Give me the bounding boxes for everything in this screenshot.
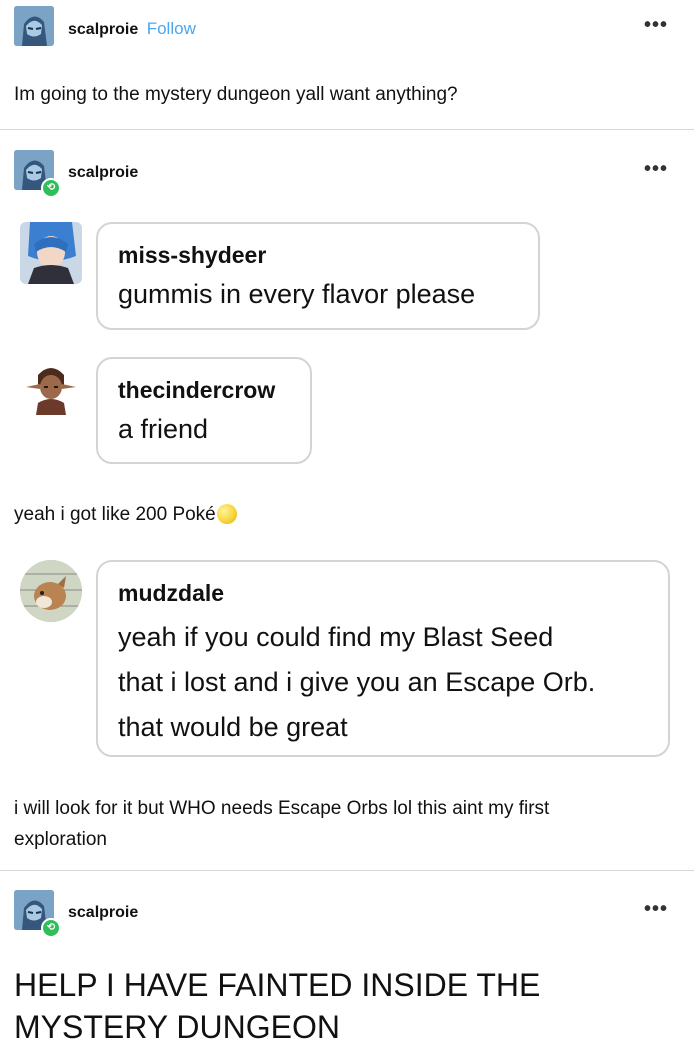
reply-text: i will look for it but WHO needs Escape … [14, 793, 549, 855]
message-author[interactable]: thecindercrow [118, 377, 290, 404]
message-bubble: thecindercrow a friend [96, 357, 312, 464]
user-avatar[interactable] [14, 6, 54, 46]
username-text[interactable]: scalproie [68, 21, 138, 38]
post-text: Im going to the mystery dungeon yall wan… [14, 84, 458, 105]
headline-text: HELP I HAVE FAINTED INSIDE THE MYSTERY D… [14, 964, 540, 1048]
post-username[interactable]: scalproie [68, 904, 138, 922]
reblog-header: ⟲ scalproie ••• [0, 150, 694, 198]
more-icon[interactable]: ••• [644, 14, 668, 37]
reblog-header: ⟲ scalproie ••• [0, 890, 694, 938]
post-username[interactable]: scalproie [68, 164, 138, 182]
post-username[interactable]: scalproie Follow [68, 19, 196, 39]
chat-avatar[interactable] [20, 222, 82, 284]
headline-line: HELP I HAVE FAINTED INSIDE THE [14, 967, 541, 1003]
message-bubble: mudzdale yeah if you could find my Blast… [96, 560, 670, 757]
reblog-icon: ⟲ [41, 918, 61, 938]
message-author[interactable]: mudzdale [118, 580, 648, 607]
headline-line: MYSTERY DUNGEON [14, 1009, 340, 1045]
poke-coin-icon [216, 504, 237, 524]
divider [0, 870, 694, 871]
more-icon[interactable]: ••• [644, 158, 668, 181]
message-text: a friend [118, 414, 209, 444]
message-line: that would be great [118, 712, 348, 742]
chat-avatar[interactable] [20, 560, 82, 622]
post-header: scalproie Follow ••• [0, 6, 694, 50]
reply-line: exploration [14, 829, 107, 850]
reblog-icon: ⟲ [41, 178, 61, 198]
message-text: gummis in every flavor please [118, 279, 476, 309]
chat-avatar[interactable] [20, 357, 82, 419]
follow-button[interactable]: Follow [147, 19, 196, 38]
reply-text: yeah i got like 200 Poké [14, 504, 237, 526]
divider [0, 129, 694, 130]
message-line: that i lost and i give you an Escape Orb… [118, 667, 596, 697]
message-line: yeah if you could find my Blast Seed [118, 622, 554, 652]
more-icon[interactable]: ••• [644, 898, 668, 921]
message-author[interactable]: miss-shydeer [118, 242, 518, 269]
reply-text-content: yeah i got like 200 Poké [14, 504, 216, 525]
message-bubble: miss-shydeer gummis in every flavor plea… [96, 222, 540, 330]
reply-line: i will look for it but WHO needs Escape … [14, 798, 550, 819]
